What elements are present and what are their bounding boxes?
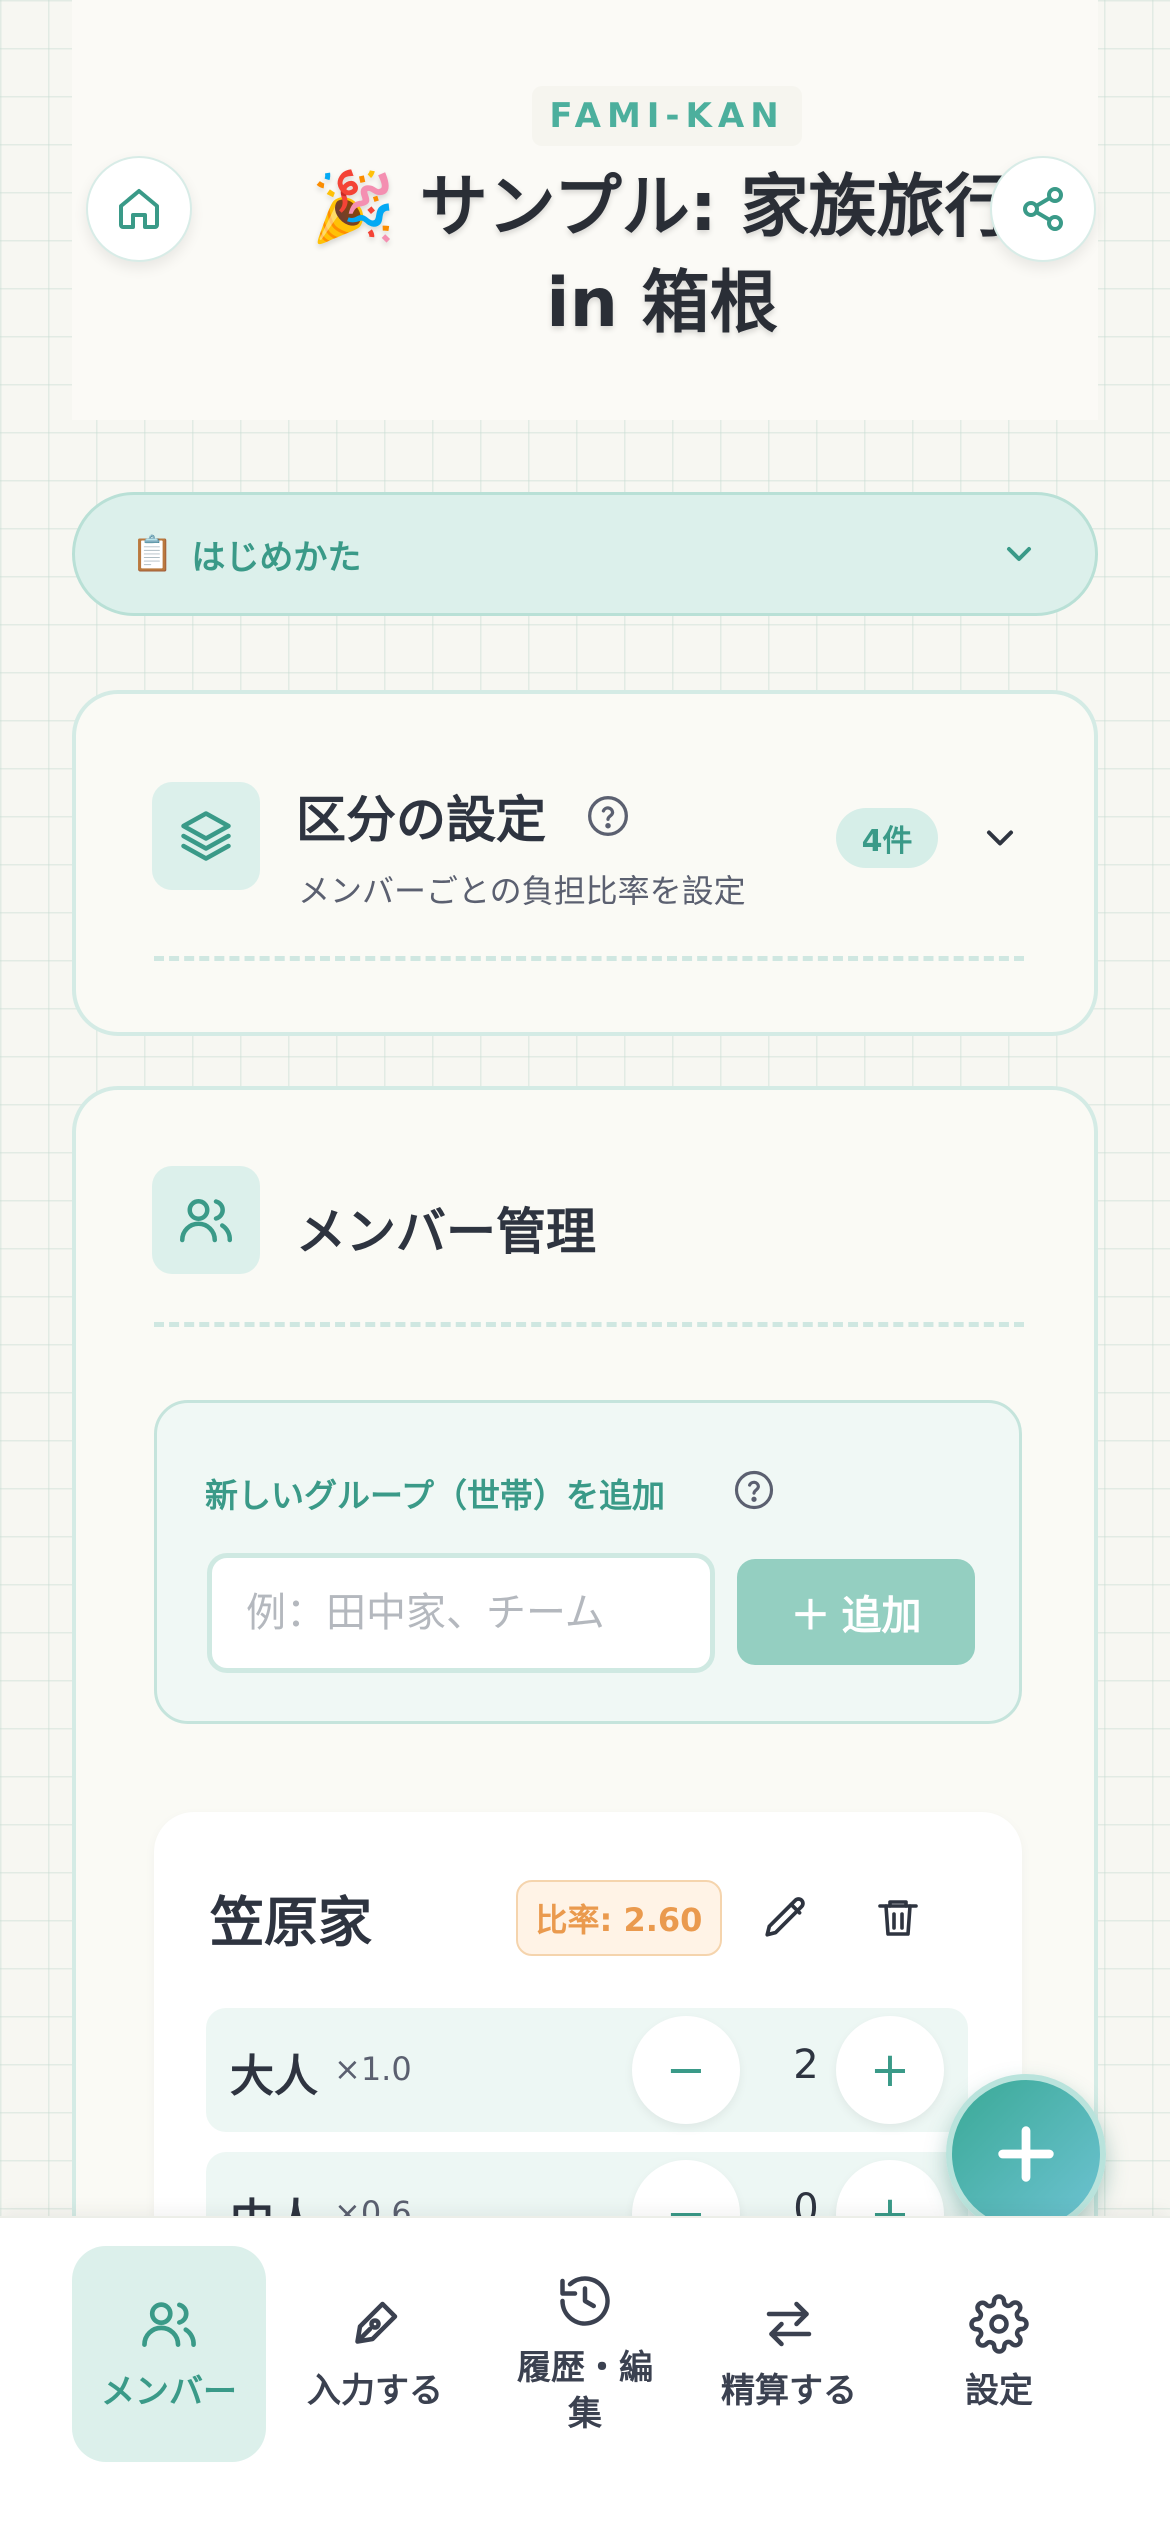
member-management-card: メンバー管理 新しいグループ（世帯）を追加 ＋ 追加 笠原家 比率: 2.60 … [72, 1086, 1098, 2412]
users-icon [142, 2302, 196, 2347]
share-icon [1023, 187, 1063, 231]
nav-label: 入力する [307, 2371, 443, 2411]
brand-label: FAMI-KAN [532, 86, 802, 146]
new-group-form: 新しいグループ（世帯）を追加 ＋ 追加 [154, 1400, 1022, 1724]
clipboard-icon: 📋 [131, 534, 174, 574]
decrement-button[interactable]: − [632, 2016, 740, 2124]
plus-icon [998, 2126, 1054, 2182]
member-multiplier: ×1.0 [334, 2050, 412, 2088]
title-text: サンプル: 家族旅行 in 箱根 [419, 168, 1013, 343]
add-expense-fab[interactable] [946, 2074, 1106, 2234]
home-button[interactable] [86, 156, 192, 262]
chevron-down-icon[interactable] [978, 816, 1022, 860]
layers-icon [181, 811, 231, 861]
help-icon[interactable] [586, 794, 630, 838]
ratio-badge: 比率: 2.60 [516, 1880, 722, 1956]
nav-input[interactable]: 入力する [278, 2246, 472, 2462]
getting-started-accordion[interactable]: 📋 はじめかた [72, 492, 1098, 616]
group-name-input[interactable] [207, 1553, 715, 1673]
member-row: 大人 ×1.0 − 2 + [206, 2008, 968, 2132]
category-settings-card: 区分の設定 メンバーごとの負担比率を設定 4件 [72, 690, 1098, 1036]
divider [154, 956, 1024, 961]
layers-icon-tile [152, 782, 260, 890]
history-icon [560, 2276, 610, 2326]
category-subtitle: メンバーごとの負担比率を設定 [298, 872, 746, 910]
nav-settlement[interactable]: 精算する [692, 2246, 886, 2462]
nav-label: メンバー [101, 2372, 237, 2412]
member-title: メンバー管理 [296, 1203, 596, 1261]
category-title: 区分の設定 [296, 791, 546, 849]
users-icon [180, 1199, 232, 1243]
page-title: 🎉 サンプル: 家族旅行 in 箱根 [282, 160, 1042, 352]
users-icon-tile [152, 1166, 260, 1274]
trash-icon [878, 1900, 918, 1936]
group-name: 笠原家 [210, 1891, 372, 1954]
increment-button[interactable]: + [836, 2016, 944, 2124]
header: FAMI-KAN 🎉 サンプル: 家族旅行 in 箱根 [72, 0, 1098, 420]
new-group-label: 新しいグループ（世帯）を追加 [205, 1476, 666, 1515]
member-count: 2 [793, 2042, 819, 2088]
gear-icon [969, 2294, 1029, 2354]
chevron-down-icon [1007, 547, 1031, 561]
pencil-icon [765, 1897, 805, 1937]
party-emoji: 🎉 [311, 168, 397, 247]
nav-label: 設定 [965, 2371, 1033, 2411]
member-type: 大人 [230, 2051, 318, 2102]
nav-label: 精算する [721, 2371, 857, 2411]
nav-label: 履歴・編集 [517, 2348, 653, 2434]
help-icon[interactable] [733, 1469, 775, 1511]
delete-button[interactable] [866, 1886, 930, 1950]
pen-icon [355, 2301, 398, 2344]
divider [154, 1322, 1024, 1327]
nav-history[interactable]: 履歴・編集 [488, 2246, 682, 2462]
transfer-icon [766, 2301, 812, 2347]
count-badge: 4件 [836, 808, 938, 868]
nav-members[interactable]: メンバー [72, 2246, 266, 2462]
getting-started-label: はじめかた [191, 537, 362, 578]
share-button[interactable] [990, 156, 1096, 262]
bottom-nav: メンバー 入力する 履歴・編集 精算する 設定 [0, 2216, 1170, 2532]
edit-button[interactable] [754, 1886, 818, 1950]
nav-settings[interactable]: 設定 [902, 2246, 1096, 2462]
home-icon [119, 189, 159, 229]
add-group-button[interactable]: ＋ 追加 [737, 1559, 975, 1665]
